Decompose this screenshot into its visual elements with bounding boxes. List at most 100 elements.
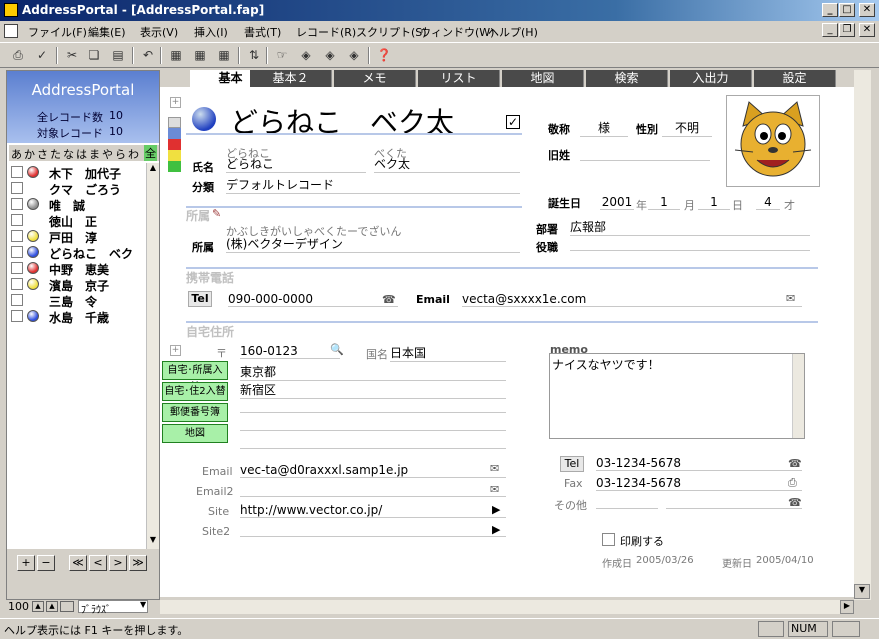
- favorite-checkbox[interactable]: ✓: [506, 115, 520, 129]
- list-item[interactable]: クマ ごろう: [9, 180, 147, 197]
- omit-icon[interactable]: ◈: [320, 46, 340, 65]
- list-scrollbar[interactable]: ▲ ▼: [146, 163, 159, 549]
- tab-map[interactable]: 地図: [502, 70, 584, 87]
- delete-record-icon[interactable]: ▦: [214, 46, 234, 65]
- open-url-icon[interactable]: ▶: [492, 523, 500, 536]
- tab-basic2[interactable]: 基本２: [250, 70, 332, 87]
- kana-ta[interactable]: た: [50, 146, 61, 162]
- remove-record-button[interactable]: −: [37, 555, 55, 571]
- doc-minimize-button[interactable]: _: [822, 23, 838, 37]
- scroll-right-icon[interactable]: ▶: [840, 600, 854, 614]
- email2-field[interactable]: [240, 483, 506, 497]
- record-checkbox[interactable]: [11, 230, 23, 242]
- birth-month-field[interactable]: 1: [648, 195, 680, 210]
- role-field[interactable]: [570, 237, 810, 251]
- address2-field[interactable]: 新宿区: [240, 381, 506, 399]
- tab-settings[interactable]: 設定: [754, 70, 836, 87]
- duplicate-record-icon[interactable]: ▦: [190, 46, 210, 65]
- help-icon[interactable]: ❓: [374, 46, 394, 65]
- fax-field[interactable]: 03-1234-5678: [596, 476, 802, 491]
- map-button[interactable]: 地図: [162, 424, 228, 443]
- chevron-down-icon[interactable]: ▼: [140, 600, 146, 609]
- zoom-level[interactable]: 100: [8, 600, 29, 613]
- menu-insert[interactable]: 挿入(I): [194, 24, 228, 40]
- find-all-icon[interactable]: ◈: [296, 46, 316, 65]
- phone-icon[interactable]: ☎: [788, 496, 802, 509]
- kana-ya[interactable]: や: [102, 146, 113, 162]
- record-checkbox[interactable]: [11, 278, 23, 290]
- avatar[interactable]: [726, 95, 820, 187]
- address1-field[interactable]: 東京都: [240, 363, 506, 381]
- record-checkbox[interactable]: [11, 198, 23, 210]
- pencil-icon[interactable]: ✎: [212, 207, 221, 220]
- zip-search-icon[interactable]: 🔍: [330, 343, 344, 356]
- find-icon[interactable]: ☞: [272, 46, 292, 65]
- list-item[interactable]: 唯 誠: [9, 196, 147, 213]
- address3-field[interactable]: [240, 401, 506, 413]
- color-selector[interactable]: [168, 117, 181, 185]
- expand-icon[interactable]: +: [170, 97, 181, 108]
- category-field[interactable]: デフォルトレコード: [226, 176, 520, 194]
- list-item[interactable]: 水島 千歳: [9, 308, 147, 325]
- phone-icon[interactable]: ☎: [382, 293, 396, 306]
- last-name-field[interactable]: どらねこ: [226, 155, 366, 173]
- record-checkbox[interactable]: [11, 310, 23, 322]
- show-all-icon[interactable]: ◈: [344, 46, 364, 65]
- fax-icon[interactable]: ⎙: [788, 476, 797, 490]
- birth-year-field[interactable]: 2001: [600, 195, 634, 210]
- honorific-field[interactable]: 様: [580, 119, 628, 137]
- address5-field[interactable]: [240, 437, 506, 449]
- zoom-in-icon[interactable]: ▲: [46, 601, 58, 612]
- add-record-button[interactable]: +: [17, 555, 35, 571]
- mobile-email-field[interactable]: vecta@sxxxx1e.com: [462, 292, 802, 307]
- zoom-out-icon[interactable]: ▲: [32, 601, 44, 612]
- print-checkbox[interactable]: [602, 533, 615, 546]
- kana-ha[interactable]: は: [76, 146, 87, 162]
- cut-icon[interactable]: ✂: [62, 46, 82, 65]
- tab-memo[interactable]: メモ: [334, 70, 416, 87]
- last-record-button[interactable]: ≫: [129, 555, 147, 571]
- memo-scrollbar[interactable]: [792, 354, 804, 438]
- undo-icon[interactable]: ↶: [138, 46, 158, 65]
- kana-sa[interactable]: さ: [37, 146, 48, 162]
- tab-io[interactable]: 入出力: [670, 70, 752, 87]
- menu-format[interactable]: 書式(T): [244, 24, 281, 40]
- menu-script[interactable]: スクリプト(S): [356, 24, 427, 40]
- kana-ma[interactable]: ま: [89, 146, 100, 162]
- birth-day-field[interactable]: 1: [698, 195, 730, 210]
- tab-search[interactable]: 検索: [586, 70, 668, 87]
- menu-file[interactable]: ファイル(F): [28, 24, 87, 40]
- phone-icon[interactable]: ☎: [788, 457, 802, 470]
- gender-field[interactable]: 不明: [662, 119, 712, 137]
- record-checkbox[interactable]: [11, 294, 23, 306]
- home-email-field[interactable]: vec-ta@d0raxxxl.samp1e.jp: [240, 463, 506, 478]
- doc-close-button[interactable]: ✕: [859, 23, 875, 37]
- menu-help[interactable]: ヘルプ(H): [488, 24, 538, 40]
- status-area-icon[interactable]: [60, 601, 74, 612]
- main-horizontal-scrollbar[interactable]: ▶: [160, 600, 854, 614]
- list-item[interactable]: 徳山 正: [9, 212, 147, 229]
- site2-field[interactable]: [240, 523, 506, 537]
- maximize-button[interactable]: □: [839, 3, 855, 17]
- other-type-field[interactable]: [596, 495, 658, 509]
- dept-field[interactable]: 広報部: [570, 218, 810, 236]
- list-item[interactable]: 中野 恵美: [9, 260, 147, 277]
- record-checkbox[interactable]: [11, 246, 23, 258]
- home-tel-field[interactable]: 03-1234-5678: [596, 456, 802, 471]
- kana-ra[interactable]: ら: [115, 146, 126, 162]
- list-item[interactable]: 濱島 京子: [9, 276, 147, 293]
- mail-icon[interactable]: ✉: [490, 462, 499, 475]
- site-field[interactable]: http://www.vector.co.jp/: [240, 503, 506, 518]
- kana-na[interactable]: な: [63, 146, 74, 162]
- mode-select[interactable]: ﾌﾞﾗｳｽﾞ: [78, 600, 148, 616]
- record-checkbox[interactable]: [11, 182, 23, 194]
- scroll-down-icon[interactable]: ▼: [147, 535, 159, 547]
- menu-window[interactable]: ウィンドウ(W): [420, 24, 494, 40]
- next-record-button[interactable]: >: [109, 555, 127, 571]
- spellcheck-icon[interactable]: ✓: [32, 46, 52, 65]
- close-button[interactable]: ✕: [859, 3, 875, 17]
- record-checkbox[interactable]: [11, 262, 23, 274]
- menu-edit[interactable]: 編集(E): [88, 24, 126, 40]
- list-item[interactable]: 三島 令: [9, 292, 147, 309]
- doc-restore-button[interactable]: ❐: [839, 23, 855, 37]
